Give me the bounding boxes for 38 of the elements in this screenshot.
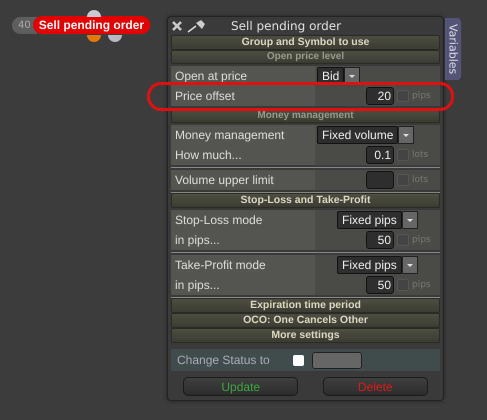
caret-icon[interactable] [398,126,414,144]
node-count: 40 [12,16,37,34]
status-label: Change Status to [177,353,271,368]
dropdown-field[interactable]: Fixed volume [317,126,398,144]
close-icon[interactable] [171,20,183,32]
node-label[interactable]: Sell pending order [32,16,150,34]
port-icon[interactable] [87,35,101,43]
update-button[interactable]: Update [183,377,298,396]
caret-icon[interactable] [402,256,418,274]
section-header[interactable]: OCO: One Cancels Other [171,313,440,328]
section-subheader: Open price level [171,50,440,64]
checkbox[interactable] [293,354,304,366]
field-label: Money management [171,125,315,146]
number-field[interactable]: 50 [366,276,394,294]
number-field[interactable]: 0.1 [366,146,394,164]
number-field[interactable]: 50 [366,231,394,250]
section-header[interactable]: More settings [171,328,440,344]
port-icon[interactable] [108,35,122,43]
dropdown-field[interactable]: Fixed pips [337,256,402,274]
status-field[interactable] [312,352,362,369]
field-label: Volume upper limit [171,170,315,190]
dropdown-field[interactable]: Fixed pips [337,211,402,230]
field-label: in pips... [171,275,315,296]
variables-tab[interactable]: Variables [445,18,461,80]
number-field[interactable]: 20 [366,87,394,106]
field-label: Price offset [171,86,315,106]
field-label: in pips... [171,230,315,250]
port-icon[interactable] [87,9,101,17]
field-label: Take-Profit mode [171,255,315,276]
section-header[interactable]: Stop-Loss and Take-Profit [171,193,440,208]
number-field[interactable] [366,171,394,190]
caret-icon[interactable] [402,211,418,230]
window-title: Sell pending order [231,19,342,34]
section-header[interactable]: Group and Symbol to use [171,35,440,50]
field-label: How much... [171,145,315,166]
section-header[interactable]: Expiration time period [171,298,440,314]
pin-icon[interactable] [187,19,207,34]
field-label: Stop-Loss mode [171,210,315,230]
